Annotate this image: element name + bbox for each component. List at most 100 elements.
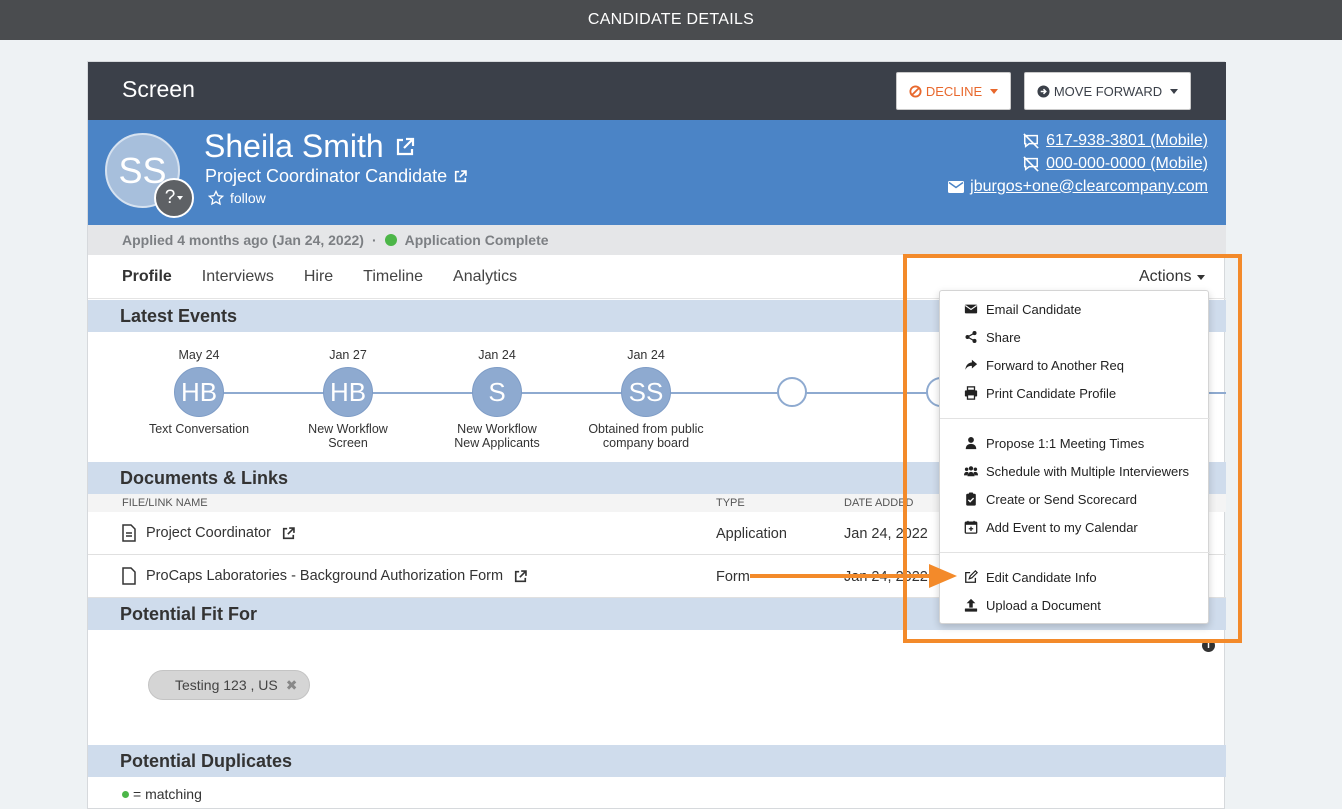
window-title: CANDIDATE DETAILS [587,11,755,28]
section-title: Potential Duplicates [120,750,293,771]
menu-item-edit-candidate[interactable]: Edit Candidate Info [964,567,1097,587]
chevron-down-icon [1170,88,1179,94]
separator: · [371,232,377,248]
no-sms-icon [1023,132,1039,149]
email-address: jburgos+one@clearcompany.com [970,177,1208,195]
event-initials: S [488,376,506,407]
event-avatar[interactable]: HB [323,367,373,417]
status-dot-icon [384,234,397,246]
info-icon[interactable]: i [1202,639,1215,652]
menu-item-label: Schedule with Multiple Interviewers [986,463,1190,479]
menu-item-label: Share [986,329,1021,345]
event-line: New Workflow [457,422,537,436]
candidate-role[interactable]: Project Coordinator Candidate [205,166,468,187]
candidate-header: SS ? Sheila Smith Project Coordinator Ca… [88,120,1226,225]
rating-dropdown[interactable]: ? [154,178,194,218]
chevron-down-icon [990,88,999,94]
event-line: company board [602,436,690,450]
menu-item-label: Upload a Document [986,597,1101,613]
phone-link[interactable]: 617-938-3801 (Mobile) [948,129,1208,152]
document-link[interactable]: Project Coordinator [146,525,271,541]
star-icon [208,190,224,206]
menu-item-scorecard[interactable]: Create or Send Scorecard [964,489,1137,509]
external-link-icon[interactable] [453,169,468,184]
column-header-type: TYPE [716,497,745,509]
actions-menu: Email Candidate Share Forward to Another… [939,290,1210,624]
event-initials: HB [329,376,367,407]
menu-item-print-profile[interactable]: Print Candidate Profile [964,383,1116,403]
external-link-icon[interactable] [513,569,528,584]
tab-hire[interactable]: Hire [304,268,333,286]
menu-item-share[interactable]: Share [964,327,1021,347]
actions-dropdown-toggle[interactable]: Actions [1139,268,1206,286]
email-link[interactable]: jburgos+one@clearcompany.com [948,175,1208,198]
event-description: New Workflow Screen [273,422,423,450]
menu-divider [940,418,1210,419]
menu-item-label: Email Candidate [986,301,1082,317]
arrow-circle-right-icon [1037,84,1050,98]
stage-title: Screen [122,76,195,102]
tab-interviews[interactable]: Interviews [202,268,274,286]
menu-item-label: Add Event to my Calendar [986,519,1138,535]
application-status: Application Complete [404,232,549,248]
menu-item-label: Propose 1:1 Meeting Times [986,435,1145,451]
menu-divider [940,552,1210,553]
document-type: Form [716,569,750,585]
clipboard-check-icon [966,492,976,506]
timeline-placeholder-node [777,377,807,407]
share-icon [965,331,977,343]
candidate-name-text: Sheila Smith [204,128,384,164]
document-link[interactable]: ProCaps Laboratories - Background Author… [146,568,503,584]
no-sms-icon [1023,155,1039,172]
menu-item-label: Forward to Another Req [986,357,1125,373]
menu-item-add-calendar[interactable]: Add Event to my Calendar [964,517,1138,537]
section-title: Potential Fit For [120,603,257,624]
event-avatar[interactable]: S [472,367,522,417]
follow-button[interactable]: follow [208,190,266,206]
event-avatar[interactable]: HB [174,367,224,417]
menu-item-propose-meeting[interactable]: Propose 1:1 Meeting Times [964,433,1144,453]
event-date: Jan 27 [329,348,367,362]
event-avatar[interactable]: SS [621,367,671,417]
contact-info: 617-938-3801 (Mobile) 000-000-0000 (Mobi… [948,129,1208,198]
menu-item-email-candidate[interactable]: Email Candidate [964,299,1081,319]
upload-icon [964,598,978,612]
event-description: New Workflow New Applicants [422,422,572,450]
actions-label: Actions [1139,268,1192,285]
calendar-plus-icon [964,520,978,534]
column-header-name: FILE/LINK NAME [122,497,208,509]
document-date: Jan 24, 2022 [844,526,928,542]
event-line: Screen [328,436,368,450]
tab-timeline[interactable]: Timeline [363,268,423,286]
print-icon [964,386,978,400]
file-icon [122,567,136,585]
move-forward-button[interactable]: MOVE FORWARD [1024,72,1191,110]
menu-item-label: Create or Send Scorecard [986,491,1138,507]
document-icon [122,524,136,542]
rating-badge-label: ? [164,187,176,208]
match-dot-icon [122,790,129,798]
menu-item-upload-document[interactable]: Upload a Document [964,595,1101,615]
potential-fit-chip[interactable]: Testing 123 , US ✖ [148,670,311,700]
menu-item-schedule-multiple[interactable]: Schedule with Multiple Interviewers [964,461,1189,481]
decline-button[interactable]: DECLINE [896,72,1011,110]
annotation-arrow-line [750,574,940,578]
close-icon[interactable]: ✖ [286,677,298,694]
tab-profile[interactable]: Profile [122,268,172,286]
menu-item-label: Print Candidate Profile [986,385,1117,401]
candidate-name[interactable]: Sheila Smith [204,128,416,165]
decline-label: DECLINE [925,83,983,99]
chevron-down-icon [1197,274,1206,280]
phone-link[interactable]: 000-000-0000 (Mobile) [948,152,1208,175]
event-description: Text Conversation [124,422,274,436]
external-link-icon[interactable] [281,526,296,541]
annotation-arrow-head [929,564,957,588]
external-link-icon[interactable] [394,136,416,158]
chip-label: Testing 123 , US [175,677,278,693]
applied-date: Applied 4 months ago (Jan 24, 2022) [122,232,364,248]
menu-item-forward-req[interactable]: Forward to Another Req [964,355,1124,375]
tab-analytics[interactable]: Analytics [453,268,517,286]
envelope-icon [948,180,965,193]
stage-bar: Screen DECLINE MOVE FORWARD [88,62,1226,120]
section-potential-duplicates: Potential Duplicates [88,745,1226,777]
